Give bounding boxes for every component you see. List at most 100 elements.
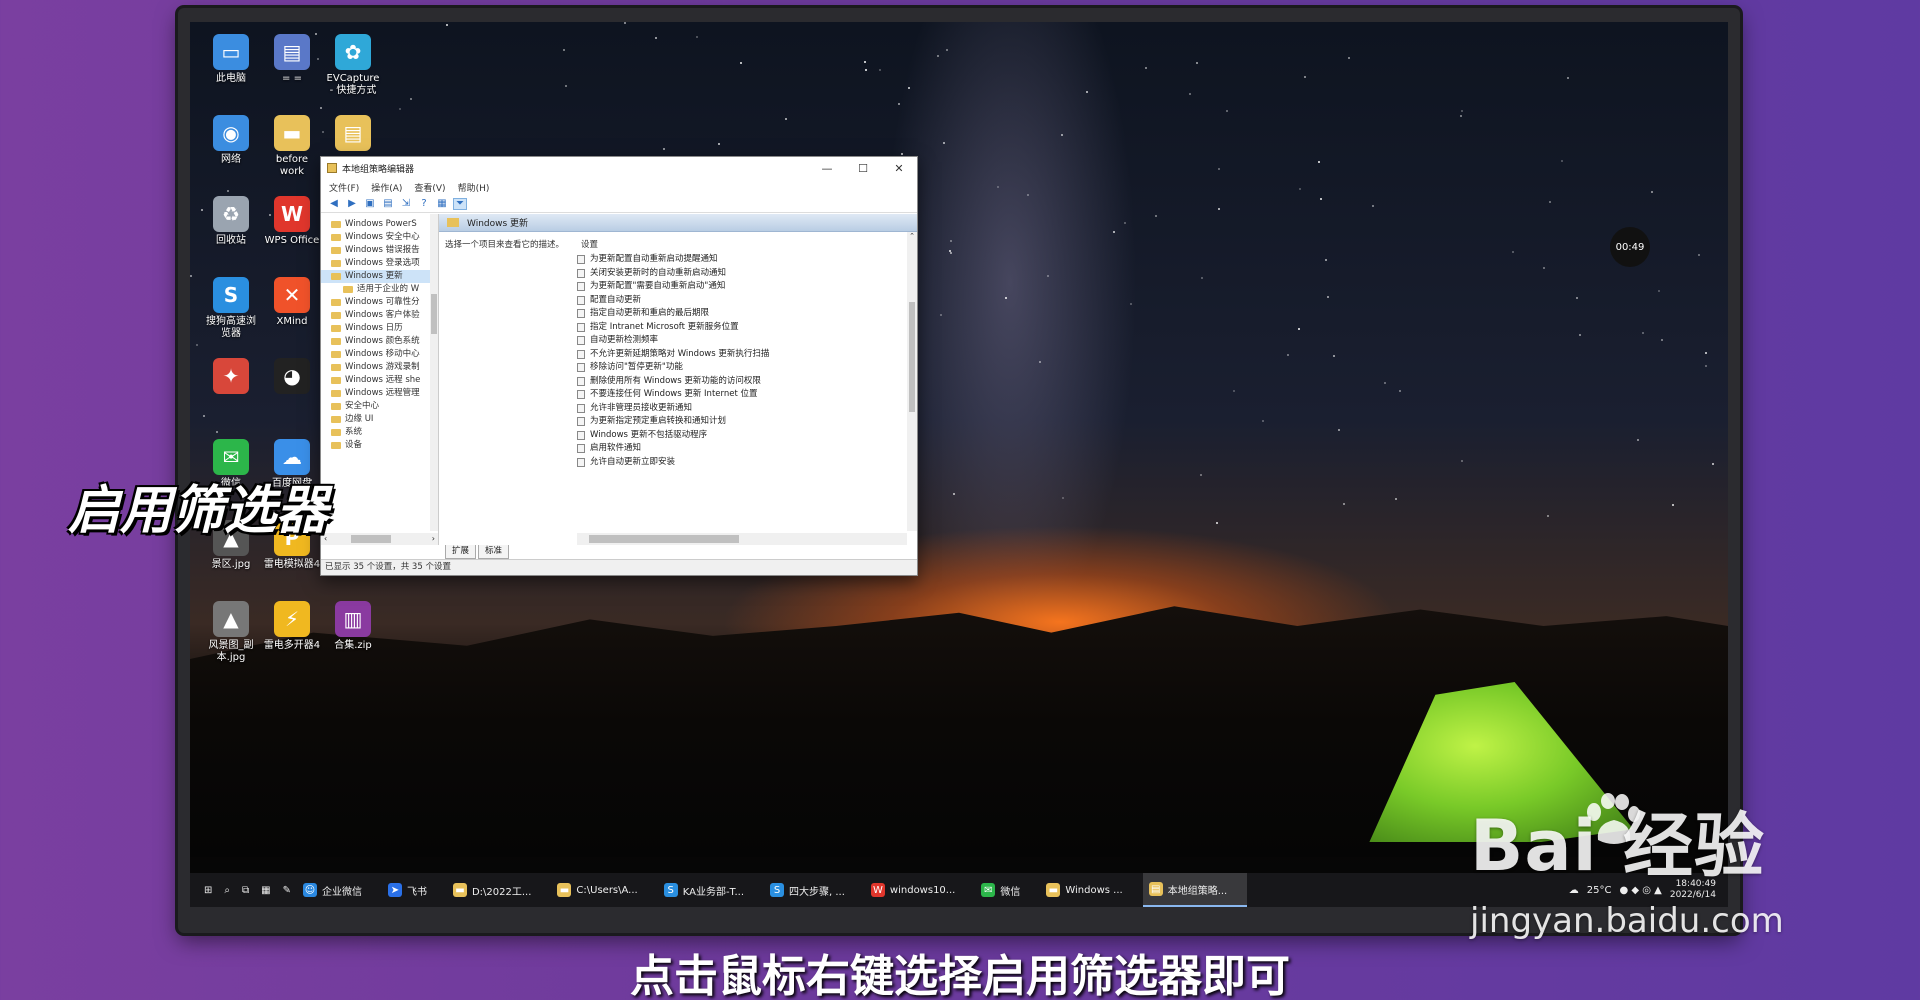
desktop-icon[interactable]: ✿ EVCapture - 快捷方式 [324,34,382,97]
desktop-icon[interactable]: ◉ 网络 [202,115,260,166]
tree-horizontal-scrollbar[interactable]: ‹ › [321,533,438,545]
policy-setting-row[interactable]: 启用软件通知 [577,442,905,456]
back-arrow-icon[interactable]: ◀ [327,198,341,210]
taskbar-app[interactable]: ▬ D:\2022工... [447,873,551,907]
desktop-icon[interactable]: ✦ [202,358,260,397]
taskbar-app[interactable]: ▤ 本地组策略... [1142,873,1248,907]
policy-setting-row[interactable]: 关闭安装更新时的自动重新启动通知 [577,267,905,281]
calculator-icon[interactable]: ▦ [255,873,276,907]
desktop-icon[interactable]: ▥ 合集.zip [324,601,382,652]
tree-item[interactable]: 安全中心 [321,400,438,413]
desktop-icon[interactable]: W WPS Office [263,196,321,247]
tree-vertical-scrollbar[interactable] [430,214,438,531]
tree-item[interactable]: Windows PowerS [321,218,438,231]
policy-setting-row[interactable]: 为更新配置自动重新启动提醒通知 [577,253,905,267]
scroll-right-icon[interactable]: › [432,533,435,545]
taskbar-app[interactable]: Wwindows10... [865,873,975,907]
tree-item[interactable]: 适用于企业的 W [321,283,438,296]
star [410,98,413,101]
menu-action[interactable]: 操作(A) [371,181,402,194]
tree-item[interactable]: Windows 安全中心 [321,231,438,244]
desktop-icon[interactable]: S 搜狗高速浏览器 [202,277,260,340]
tree-item[interactable]: 系统 [321,426,438,439]
tree-item[interactable]: 设备 [321,439,438,452]
help-icon[interactable]: ? [417,198,431,210]
start-button[interactable]: ⊞ [198,873,218,907]
window-titlebar[interactable]: 本地组策略编辑器 — ☐ ✕ [321,157,917,179]
policy-icon [577,349,585,359]
show-hide-tree-icon[interactable]: ▤ [381,198,395,210]
tree-item[interactable]: Windows 客户体验 [321,309,438,322]
gpedit-window[interactable]: 本地组策略编辑器 — ☐ ✕ 文件(F) 操作(A) 查看(V) 帮助(H) ◀… [320,156,918,576]
desktop-icon[interactable]: ♻ 回收站 [202,196,260,247]
taskbar-app[interactable]: ➤ 飞书 [382,873,447,907]
menu-help[interactable]: 帮助(H) [458,181,490,194]
desktop-icon[interactable]: ◕ [263,358,321,397]
desktop-icon[interactable]: ▤ = = [263,34,321,85]
taskbar-app[interactable]: S KA业务部-T... [658,873,764,907]
wecom-icon: ☺ [302,883,317,897]
policy-setting-row[interactable]: 删除使用所有 Windows 更新功能的访问权限 [577,375,905,389]
tree-item[interactable]: Windows 错误报告 [321,244,438,257]
properties-icon[interactable]: ▦ [435,198,449,210]
close-button[interactable]: ✕ [881,162,917,175]
policy-setting-row[interactable]: 不允许更新延期策略对 Windows 更新执行扫描 [577,348,905,362]
star [202,415,205,418]
settings-pane: Windows 更新 选择一个项目来查看它的描述。 设置 为更新配置自动重新启动… [439,214,917,545]
tree-item[interactable]: Windows 远程管理 [321,387,438,400]
star [662,148,665,151]
tree-item[interactable]: Windows 日历 [321,322,438,335]
desktop-icon[interactable]: ▭ 此电脑 [202,34,260,85]
policy-setting-row[interactable]: 指定自动更新和重启的最后期限 [577,307,905,321]
folder-icon [447,218,459,227]
taskbar-app[interactable]: ☺ 企业微信 [297,873,382,907]
tree-item[interactable]: Windows 游戏录制 [321,361,438,374]
desktop-icon[interactable]: ▤ [324,115,382,154]
up-folder-icon[interactable]: ▣ [363,198,377,210]
policy-setting-row[interactable]: 自动更新检测频率 [577,334,905,348]
menu-file[interactable]: 文件(F) [329,181,359,194]
tree-item[interactable]: Windows 移动中心 [321,348,438,361]
export-list-icon[interactable]: ⇲ [399,198,413,210]
desktop-icon[interactable]: ⚡ 雷电多开器4 [263,601,321,652]
task-view-icon[interactable]: ⧉ [236,873,255,907]
tree-item[interactable]: Windows 更新 [321,270,438,283]
tab-standard[interactable]: 标准 [478,545,510,559]
policy-setting-row[interactable]: 指定 Intranet Microsoft 更新服务位置 [577,321,905,335]
tree-item[interactable]: Windows 颜色系统 [321,335,438,348]
desktop-icon[interactable]: ▬ before work [263,115,321,178]
settings-vertical-scrollbar[interactable]: ⌃ [907,232,917,531]
maximize-button[interactable]: ☐ [845,162,881,175]
policy-setting-row[interactable]: 不要连接任何 Windows 更新 Internet 位置 [577,388,905,402]
tree-item[interactable]: Windows 登录选项 [321,257,438,270]
desktop-icon[interactable]: ✕ XMind [263,277,321,328]
settings-column-header[interactable]: 设置 [577,238,905,253]
desktop-icon[interactable]: ▲ 风景图_副本.jpg [202,601,260,664]
policy-setting-label: 关闭安装更新时的自动重新启动通知 [590,267,727,278]
taskbar-app-label: Windows ... [1065,884,1123,896]
menu-view[interactable]: 查看(V) [414,181,445,194]
policy-setting-row[interactable]: 为更新指定预定重启转换和通知计划 [577,415,905,429]
taskbar-app[interactable]: ✉ 微信 [975,873,1040,907]
search-icon[interactable]: ⌕ [218,873,236,907]
policy-setting-row[interactable]: 允许非管理员接收更新通知 [577,402,905,416]
policy-icon [577,363,585,373]
policy-setting-row[interactable]: 允许自动更新立即安装 [577,456,905,470]
tab-extended[interactable]: 扩展 [445,545,477,559]
minimize-button[interactable]: — [809,162,845,175]
settings-horizontal-scrollbar[interactable] [577,533,907,545]
taskbar-app[interactable]: ▬ Windows ... [1040,873,1142,907]
taskbar-app[interactable]: ▬ C:\Users\A... [551,873,657,907]
notepad-icon[interactable]: ✎ [277,873,297,907]
policy-setting-row[interactable]: 配置自动更新 [577,294,905,308]
policy-setting-row[interactable]: Windows 更新不包括驱动程序 [577,429,905,443]
tree-item[interactable]: Windows 可靠性分 [321,296,438,309]
filter-icon[interactable]: ⏷ [453,197,467,210]
taskbar-app[interactable]: S 四大步骤, ... [764,873,865,907]
policy-setting-row[interactable]: 移除访问"暂停更新"功能 [577,361,905,375]
policy-setting-row[interactable]: 为更新配置"需要自动重新启动"通知 [577,280,905,294]
forward-arrow-icon[interactable]: ▶ [345,198,359,210]
folder-icon [343,286,353,293]
tree-item[interactable]: 边缘 UI [321,413,438,426]
tree-item[interactable]: Windows 远程 she [321,374,438,387]
